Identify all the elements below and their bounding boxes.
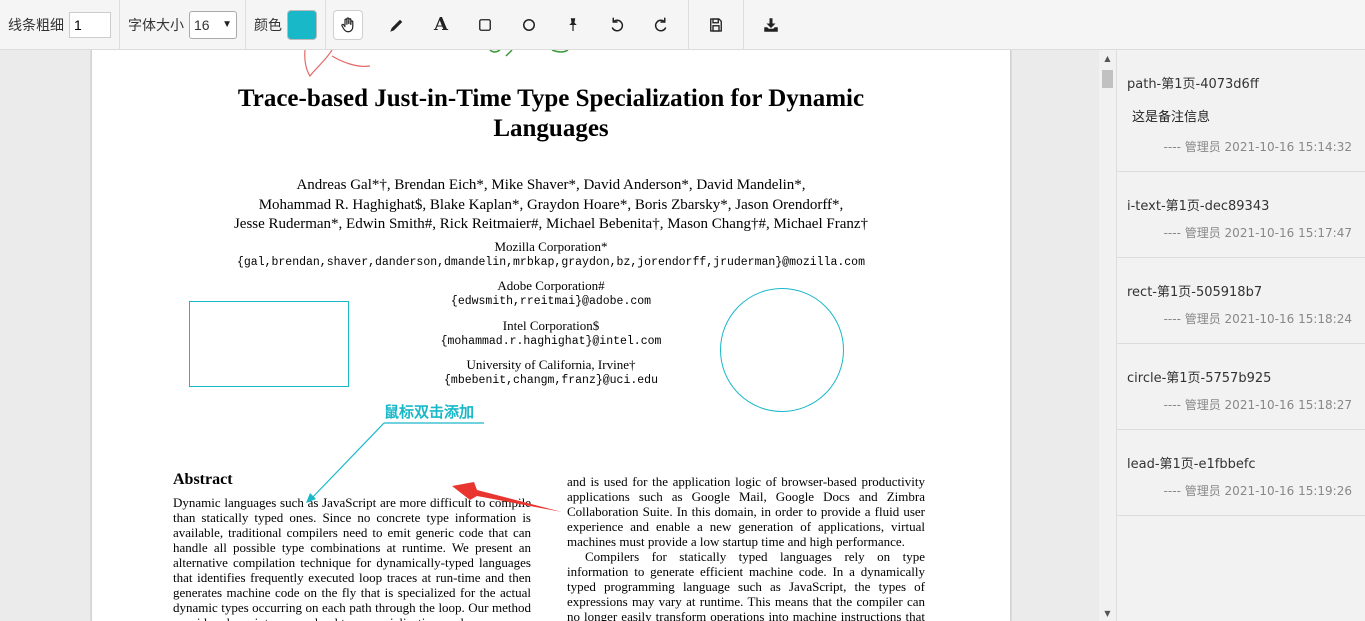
paper-title: Trace-based Just-in-Time Type Specializa…: [92, 84, 1010, 144]
scrollbar-thumb[interactable]: [1102, 70, 1113, 88]
abstract-text: Dynamic languages such as JavaScript are…: [173, 495, 531, 621]
draw-tools-group: A: [370, 0, 689, 49]
right-column: and is used for the application logic of…: [567, 474, 925, 621]
affiliation: Mozilla Corporation* {gal,brendan,shaver…: [92, 239, 1010, 271]
pdf-page[interactable]: Trace-based Just-in-Time Type Specializa…: [91, 50, 1011, 621]
note-title: lead-第1页-e1fbbefc: [1127, 457, 1256, 472]
lead-annotation-label[interactable]: 鼠标双击添加: [384, 401, 474, 422]
note-item[interactable]: circle-第1页-5757b925 ---- 管理员 2021-10-16 …: [1117, 344, 1365, 430]
pencil-icon: [390, 19, 403, 32]
rect-annotation[interactable]: [189, 301, 349, 387]
note-title: path-第1页-4073d6ff: [1127, 77, 1259, 92]
affiliation-name: Mozilla Corporation*: [494, 239, 608, 254]
note-meta: ---- 管理员 2021-10-16 15:18:24: [1163, 312, 1352, 326]
note-title: i-text-第1页-dec89343: [1127, 199, 1270, 214]
text-icon: A: [434, 13, 448, 35]
redo-button[interactable]: [646, 10, 676, 40]
font-size-label: 字体大小: [128, 17, 184, 34]
affiliation-email: {gal,brendan,shaver,danderson,dmandelin,…: [236, 256, 865, 269]
color-picker[interactable]: [287, 9, 317, 40]
note-meta: ---- 管理员 2021-10-16 15:18:27: [1163, 398, 1352, 412]
affiliation-name: Adobe Corporation#: [497, 278, 605, 293]
author-line: Andreas Gal*†, Brendan Eich*, Mike Shave…: [296, 177, 806, 193]
note-title: circle-第1页-5757b925: [1127, 371, 1272, 386]
color-label: 颜色: [254, 17, 282, 34]
download-group: [744, 0, 798, 49]
redo-icon: [654, 17, 667, 32]
body-paragraph: Compilers for statically typed languages…: [567, 549, 925, 621]
save-group: [689, 0, 744, 49]
abstract-column: Dynamic languages such as JavaScript are…: [173, 495, 531, 621]
note-title: rect-第1页-505918b7: [1127, 285, 1263, 300]
line-width-group: 线条粗细: [0, 0, 120, 49]
color-group: 颜色: [246, 0, 326, 49]
note-item[interactable]: rect-第1页-505918b7 ---- 管理员 2021-10-16 15…: [1117, 258, 1365, 344]
hand-icon: [341, 16, 354, 32]
circle-tool-button[interactable]: [514, 10, 544, 40]
circle-icon: [523, 18, 535, 31]
lead-line: [309, 422, 385, 501]
font-size-select[interactable]: 16 ▼: [189, 10, 237, 39]
line-width-label: 线条粗细: [8, 17, 64, 34]
undo-button[interactable]: [602, 10, 632, 40]
paper-title-line2: Languages: [493, 115, 609, 142]
note-meta: ---- 管理员 2021-10-16 15:17:47: [1163, 226, 1352, 240]
note-item[interactable]: lead-第1页-e1fbbefc ---- 管理员 2021-10-16 15…: [1117, 430, 1365, 516]
circle-annotation[interactable]: [720, 288, 844, 412]
undo-icon: [611, 17, 624, 32]
author-line: Mohammad R. Haghighat$, Blake Kaplan*, G…: [258, 196, 844, 213]
note-meta: ---- 管理员 2021-10-16 15:14:32: [1163, 140, 1352, 154]
pencil-tool-button[interactable]: [382, 10, 412, 40]
tools-group: [326, 0, 370, 49]
viewer-scrollbar[interactable]: ▲ ▼: [1099, 50, 1116, 621]
download-button[interactable]: [756, 10, 786, 40]
annotation-notes-sidebar: path-第1页-4073d6ff 这是备注信息 ---- 管理员 2021-1…: [1116, 50, 1365, 621]
path-annotation: [304, 50, 371, 78]
toolbar: 线条粗细 字体大小 16 ▼ 颜色 A: [0, 0, 1365, 50]
scroll-up-icon[interactable]: ▲: [1099, 52, 1116, 66]
pen-scribble: [489, 50, 569, 57]
text-tool-button[interactable]: A: [426, 10, 456, 40]
abstract-heading: Abstract: [173, 471, 233, 488]
body-paragraph: and is used for the application logic of…: [567, 474, 925, 549]
note-item[interactable]: path-第1页-4073d6ff 这是备注信息 ---- 管理员 2021-1…: [1117, 50, 1365, 172]
pdf-viewer[interactable]: Trace-based Just-in-Time Type Specializa…: [0, 50, 1116, 621]
rectangle-icon: [479, 18, 491, 31]
author-line: Jesse Ruderman*, Edwin Smith#, Rick Reit…: [233, 216, 869, 232]
font-size-value: 16: [194, 16, 210, 33]
save-button[interactable]: [701, 10, 731, 40]
hand-tool-button[interactable]: [333, 9, 363, 40]
pin-tool-button[interactable]: [558, 10, 588, 40]
note-content: 这是备注信息: [1132, 110, 1211, 125]
line-width-input[interactable]: [69, 11, 111, 38]
pin-icon: [569, 17, 577, 31]
note-item[interactable]: i-text-第1页-dec89343 ---- 管理员 2021-10-16 …: [1117, 172, 1365, 258]
author-list: Andreas Gal*†, Brendan Eich*, Mike Shave…: [92, 176, 1010, 235]
note-meta: ---- 管理员 2021-10-16 15:19:26: [1163, 484, 1352, 498]
paper-title-line1: Trace-based Just-in-Time Type Specializa…: [237, 85, 865, 112]
chevron-down-icon: ▼: [222, 19, 232, 30]
download-icon: [764, 17, 778, 32]
scroll-down-icon[interactable]: ▼: [1099, 607, 1116, 621]
rectangle-tool-button[interactable]: [470, 10, 500, 40]
save-icon: [710, 17, 722, 32]
font-size-group: 字体大小 16 ▼: [120, 0, 246, 49]
